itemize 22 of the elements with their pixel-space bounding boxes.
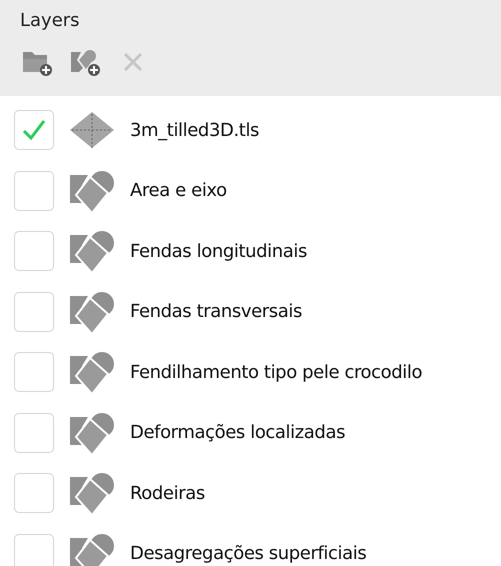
- diamond-icon: [68, 110, 116, 150]
- checkbox[interactable]: [14, 534, 54, 566]
- panel-title: Layers: [20, 10, 81, 33]
- checkbox[interactable]: [14, 352, 54, 392]
- checkbox[interactable]: [14, 412, 54, 453]
- checkbox[interactable]: [14, 473, 54, 514]
- layer-name[interactable]: Area e eixo: [130, 180, 227, 202]
- checkbox[interactable]: [14, 110, 54, 150]
- layer-name[interactable]: Fendas longitudinais: [130, 240, 307, 262]
- layer-name[interactable]: 3m_tilled3D.tls: [130, 120, 260, 141]
- layer-name[interactable]: Deformações localizadas: [130, 422, 346, 444]
- toolbar-button[interactable]: [68, 47, 102, 77]
- close-icon: [122, 51, 144, 73]
- layer-name[interactable]: Fendilhamento tipo pele crocodilo: [130, 362, 422, 383]
- checkbox[interactable]: [14, 292, 54, 332]
- layer-name[interactable]: Rodeiras: [130, 482, 205, 504]
- checkbox[interactable]: [14, 231, 54, 272]
- checkbox[interactable]: [14, 170, 54, 211]
- layer-name[interactable]: Fendas transversais: [130, 301, 302, 322]
- add-shapes-icon: [69, 48, 101, 76]
- layer-name[interactable]: Desagregações superficiais: [130, 543, 366, 564]
- check-icon: [22, 119, 46, 142]
